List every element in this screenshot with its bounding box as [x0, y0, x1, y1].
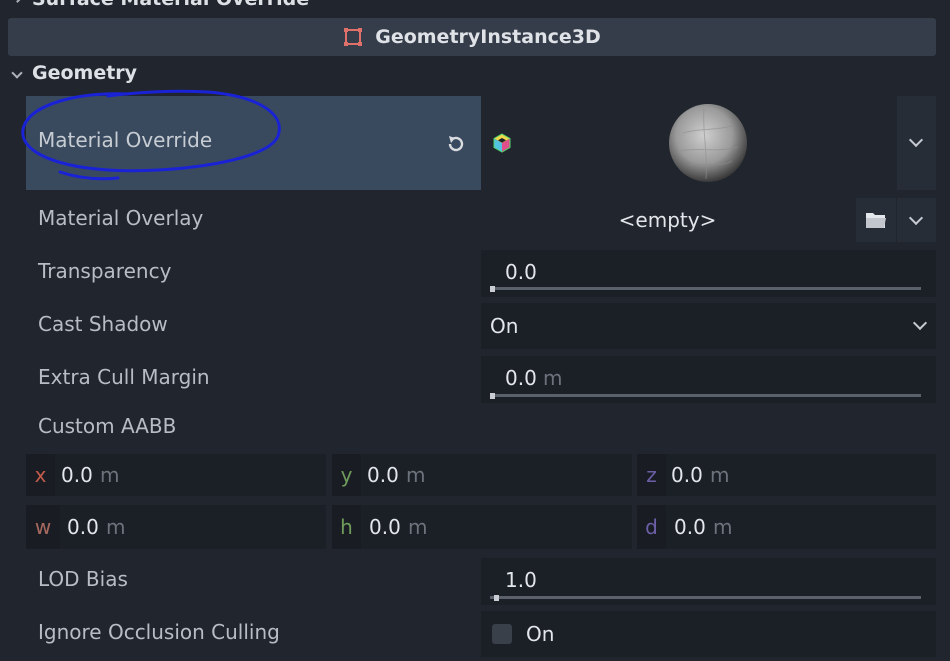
aabb-z-value: 0.0	[671, 463, 703, 487]
section-label: Geometry	[32, 62, 138, 84]
chevron-down-icon	[912, 315, 928, 331]
axis-h-tag: h	[332, 505, 361, 549]
axis-z-tag: z	[637, 454, 666, 496]
transparency-label: Transparency	[38, 259, 172, 283]
aabb-d-unit: m	[713, 515, 733, 539]
extra-cull-margin-label: Extra Cull Margin	[38, 365, 210, 389]
aabb-x-value: 0.0	[61, 463, 93, 487]
annotation-circle	[21, 89, 281, 181]
aabb-h-unit: m	[408, 515, 428, 539]
axis-w-tag: w	[26, 505, 60, 549]
load-resource-button[interactable]	[856, 198, 896, 242]
chevron-right-icon	[11, 0, 24, 3]
extra-cull-margin-unit: m	[543, 366, 563, 390]
axis-x-tag: x	[26, 454, 55, 496]
extra-cull-margin-value: 0.0	[505, 366, 537, 390]
axis-d-tag: d	[637, 505, 666, 549]
custom-aabb-label: Custom AABB	[38, 414, 177, 438]
transparency-field[interactable]: 0.0	[481, 250, 936, 297]
material-overlay-dropdown[interactable]	[897, 198, 936, 242]
aabb-y-value: 0.0	[367, 463, 399, 487]
class-header: GeometryInstance3D	[8, 18, 936, 56]
aabb-w-value: 0.0	[67, 515, 99, 539]
extra-cull-margin-field[interactable]: 0.0 m	[481, 356, 936, 403]
section-label: Surface Material Override	[32, 0, 309, 10]
transparency-slider-knob[interactable]	[490, 286, 495, 292]
material-preview-sphere[interactable]	[668, 103, 748, 183]
material-overlay-label: Material Overlay	[38, 206, 204, 230]
aabb-y-unit: m	[406, 463, 426, 487]
chevron-down-icon	[908, 210, 924, 226]
aabb-h-value: 0.0	[369, 515, 401, 539]
ignore-occlusion-culling-label: Ignore Occlusion Culling	[38, 620, 280, 644]
cast-shadow-value: On	[490, 314, 519, 338]
chevron-down-icon	[11, 67, 23, 79]
chevron-down-icon	[908, 132, 924, 148]
node3d-icon	[343, 27, 363, 47]
revert-icon[interactable]	[445, 133, 467, 155]
lod-bias-field[interactable]: 1.0	[481, 558, 936, 605]
lod-bias-slider-knob[interactable]	[494, 595, 500, 601]
transparency-slider[interactable]	[490, 287, 921, 290]
cast-shadow-select[interactable]: On	[481, 303, 936, 349]
aabb-h-field[interactable]: h 0.0 m	[332, 505, 632, 549]
axis-y-tag: y	[332, 454, 361, 496]
transparency-value: 0.0	[505, 260, 537, 284]
aabb-d-field[interactable]: d 0.0 m	[637, 505, 936, 549]
lod-bias-slider[interactable]	[490, 596, 921, 599]
aabb-z-field[interactable]: z 0.0 m	[637, 454, 936, 496]
ignore-occlusion-culling-value: On	[526, 622, 555, 646]
aabb-y-field[interactable]: y 0.0 m	[332, 454, 632, 496]
ignore-occlusion-culling-toggle[interactable]: On	[481, 611, 936, 657]
aabb-w-field[interactable]: w 0.0 m	[26, 505, 326, 549]
lod-bias-value: 1.0	[505, 568, 537, 592]
folder-icon	[866, 213, 886, 228]
lod-bias-label: LOD Bias	[38, 567, 128, 591]
aabb-d-value: 0.0	[674, 515, 706, 539]
material-override-dropdown[interactable]	[897, 96, 936, 190]
surface-material-override-section[interactable]: Surface Material Override	[0, 0, 950, 14]
class-title: GeometryInstance3D	[375, 26, 601, 48]
aabb-w-unit: m	[106, 515, 126, 539]
aabb-x-unit: m	[100, 463, 120, 487]
checkbox[interactable]	[492, 624, 512, 644]
extra-cull-margin-slider[interactable]	[490, 394, 921, 397]
material-overlay-value: <empty>	[618, 208, 717, 232]
extra-cull-margin-slider-knob[interactable]	[490, 393, 495, 399]
cast-shadow-label: Cast Shadow	[38, 312, 168, 336]
aabb-x-field[interactable]: x 0.0 m	[26, 454, 326, 496]
material-cube-icon	[491, 132, 513, 154]
material-overlay-picker[interactable]: <empty>	[481, 198, 854, 242]
aabb-z-unit: m	[710, 463, 730, 487]
